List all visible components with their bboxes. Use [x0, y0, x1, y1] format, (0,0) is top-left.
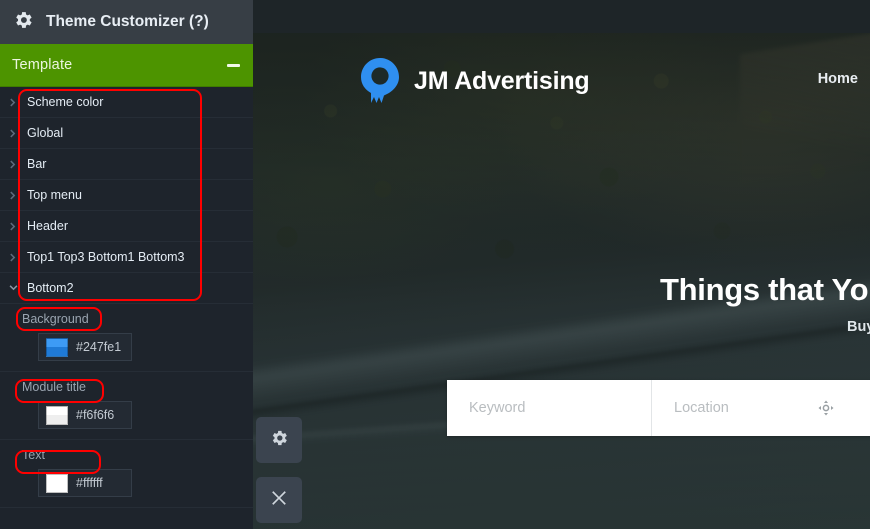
field-text: Text #ffffff [0, 440, 253, 508]
color-hex-value: #ffffff [76, 476, 103, 490]
search-keyword-placeholder: Keyword [469, 400, 526, 416]
nav-item-home[interactable]: Home [818, 71, 858, 87]
hero-copy: Things that You Buy [660, 272, 870, 335]
color-hex-value: #f6f6f6 [76, 408, 115, 422]
search-location-field[interactable]: Location [651, 380, 856, 436]
field-label: Module title [22, 380, 86, 394]
accordion-item-top1-top3-bottom1-bottom3[interactable]: Top1 Top3 Bottom1 Bottom3 [0, 242, 253, 273]
floating-close-button[interactable] [256, 477, 302, 523]
screenshot-root: JM Advertising Home Things that You Buy … [0, 0, 870, 529]
chevron-right-icon [10, 160, 16, 168]
section-header-template[interactable]: Template [0, 44, 253, 87]
chevron-right-icon [10, 222, 16, 230]
gear-icon [269, 428, 289, 453]
accordion-item-scheme-color[interactable]: Scheme color [0, 87, 253, 118]
hero-title: Things that You [660, 272, 870, 307]
chevron-right-icon [10, 191, 16, 199]
accordion-item-label: Bar [27, 157, 47, 171]
accordion-list: Scheme color Global Bar Top menu Header … [0, 87, 253, 304]
chevron-right-icon [10, 129, 16, 137]
field-module-title: Module title #f6f6f6 [0, 372, 253, 440]
accordion-item-header[interactable]: Header [0, 211, 253, 242]
gear-icon [12, 9, 34, 36]
chevron-right-icon [10, 253, 16, 261]
site-nav[interactable]: Home [818, 71, 858, 87]
theme-customizer-panel: Theme Customizer (?) Template Scheme col… [0, 0, 253, 529]
accordion-item-bottom2[interactable]: Bottom2 [0, 273, 253, 304]
accordion-item-label: Global [27, 126, 64, 140]
accordion-item-label: Header [27, 219, 68, 233]
field-label: Text [22, 448, 45, 462]
color-input-module-title[interactable]: #f6f6f6 [38, 401, 132, 429]
field-list: Background #247fe1 Module title #f6f6f6 … [0, 304, 253, 508]
field-background: Background #247fe1 [0, 304, 253, 372]
color-hex-value: #247fe1 [76, 340, 122, 354]
hero-subtitle: Buy [847, 318, 870, 335]
section-label: Template [12, 57, 73, 73]
accordion-item-label: Bottom2 [27, 281, 74, 295]
color-swatch[interactable] [46, 337, 68, 357]
color-swatch[interactable] [46, 405, 68, 425]
site-brand[interactable]: JM Advertising [360, 56, 590, 106]
panel-title: Theme Customizer (?) [46, 13, 209, 30]
minus-icon[interactable] [227, 63, 240, 67]
accordion-item-global[interactable]: Global [0, 118, 253, 149]
chevron-right-icon [10, 98, 16, 106]
accordion-item-bar[interactable]: Bar [0, 149, 253, 180]
accordion-item-label: Top1 Top3 Bottom1 Bottom3 [27, 250, 185, 264]
search-keyword-field[interactable]: Keyword [447, 380, 651, 436]
map-pin-logo-icon [360, 56, 400, 106]
floating-settings-button[interactable] [256, 417, 302, 463]
accordion-item-label: Scheme color [27, 95, 104, 109]
field-label: Background [22, 312, 89, 326]
accordion-item-label: Top menu [27, 188, 82, 202]
color-input-text[interactable]: #ffffff [38, 469, 132, 497]
color-swatch[interactable] [46, 473, 68, 493]
accordion-item-top-menu[interactable]: Top menu [0, 180, 253, 211]
chevron-down-icon [9, 284, 18, 290]
search-location-placeholder: Location [674, 400, 729, 416]
panel-title-bar: Theme Customizer (?) [0, 0, 253, 44]
brand-name: JM Advertising [414, 66, 590, 95]
close-icon [269, 488, 289, 513]
crosshair-icon[interactable] [818, 400, 834, 416]
hero-search-bar[interactable]: Keyword Location [447, 380, 870, 436]
color-input-background[interactable]: #247fe1 [38, 333, 132, 361]
